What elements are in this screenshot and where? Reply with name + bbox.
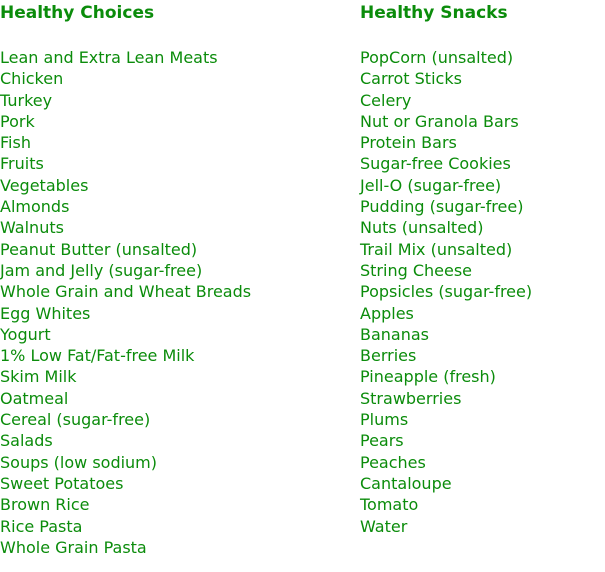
list-item: Water xyxy=(360,516,408,536)
list-item: Walnuts xyxy=(0,218,64,238)
list-item: Whole Grain and Wheat Breads xyxy=(0,282,252,302)
list-item: Skim Milk xyxy=(0,367,77,387)
list-item: Sweet Potatoes xyxy=(0,473,124,493)
list-item: Trail Mix (unsalted) xyxy=(360,239,513,259)
list-item: Jam and Jelly (sugar-free) xyxy=(0,260,203,280)
list-item: Plums xyxy=(360,410,409,430)
list-item: Protein Bars xyxy=(360,133,457,153)
list-item: Rice Pasta xyxy=(0,516,83,536)
healthy-snacks-list: PopCorn (unsalted) Carrot Sticks Celery Nut… xyxy=(360,47,605,537)
list-item: PopCorn (unsalted) xyxy=(360,48,514,67)
list-item: Cantaloupe xyxy=(360,473,452,493)
healthy-food-lists-page: Healthy Choices Lean and Extra Lean Meat… xyxy=(0,0,605,572)
list-item: Pudding (sugar-free) xyxy=(360,197,524,217)
list-item: Egg Whites xyxy=(0,303,91,323)
list-item: Brown Rice xyxy=(0,495,90,515)
list-item: Almonds xyxy=(0,197,70,217)
list-item: 1% Low Fat/Fat-free Milk xyxy=(0,346,195,366)
list-item: Sugar-free Cookies xyxy=(360,154,511,174)
list-item: Nuts (unsalted) xyxy=(360,218,484,238)
list-item: Peaches xyxy=(360,452,426,472)
list-item: Vegetables xyxy=(0,175,89,195)
list-item: Pineapple (fresh) xyxy=(360,367,496,387)
healthy-choices-list: Lean and Extra Lean Meats Chicken Turkey Po… xyxy=(0,47,350,558)
list-item: Cereal (sugar-free) xyxy=(0,410,151,430)
list-item: Pears xyxy=(360,431,404,451)
list-item: Whole Grain Pasta xyxy=(0,537,147,557)
list-item: Pork xyxy=(0,111,35,131)
list-item: Strawberries xyxy=(360,388,462,408)
list-item: Salads xyxy=(0,431,53,451)
healthy-snacks-heading: Healthy Snacks xyxy=(360,3,508,23)
list-item: Yogurt xyxy=(0,324,51,344)
list-item: Soups (low sodium) xyxy=(0,452,158,472)
healthy-snacks-column: Healthy Snacks PopCorn (unsalted) Carrot … xyxy=(360,0,605,537)
list-item: Turkey xyxy=(0,90,53,110)
list-item: Tomato xyxy=(360,495,419,515)
list-item: Carrot Sticks xyxy=(360,69,462,89)
healthy-choices-column: Healthy Choices Lean and Extra Lean Meat… xyxy=(0,0,350,558)
list-item: Popsicles (sugar-free) xyxy=(360,282,533,302)
list-item: Peanut Butter (unsalted) xyxy=(0,239,198,259)
list-item: Fish xyxy=(0,133,31,153)
list-item: Fruits xyxy=(0,154,44,174)
list-item: Jell-O (sugar-free) xyxy=(360,175,502,195)
list-item: Berries xyxy=(360,346,417,366)
list-item: Chicken xyxy=(0,69,64,89)
list-item: String Cheese xyxy=(360,260,473,280)
list-item: Nut or Granola Bars xyxy=(360,111,519,131)
list-item: Lean and Extra Lean Meats xyxy=(0,48,218,67)
list-item: Bananas xyxy=(360,324,430,344)
list-item: Apples xyxy=(360,303,414,323)
healthy-choices-heading: Healthy Choices xyxy=(0,3,155,23)
list-item: Oatmeal xyxy=(0,388,69,408)
list-item: Celery xyxy=(360,90,412,110)
